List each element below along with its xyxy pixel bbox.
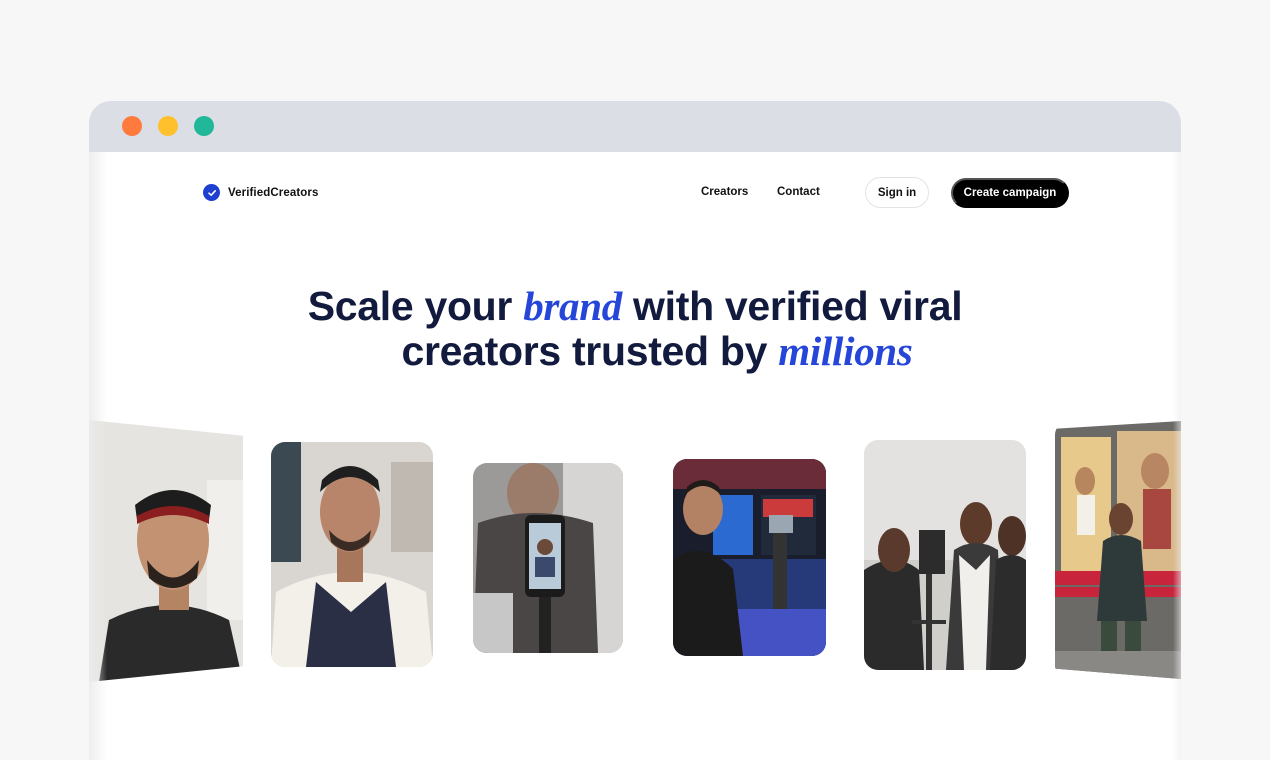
landing-page: VerifiedCreators Creators Contact Sign i…: [89, 152, 1181, 760]
creator-photo-studio[interactable]: [673, 459, 826, 656]
hero-line-2: creators trusted by millions: [89, 329, 1181, 374]
create-campaign-button[interactable]: Create campaign: [951, 178, 1069, 208]
hero-emphasis-millions: millions: [778, 328, 913, 374]
hero-text-3: creators trusted by: [401, 328, 779, 374]
brand-name: VerifiedCreators: [228, 186, 319, 199]
maximize-dot[interactable]: [194, 116, 214, 136]
minimize-dot[interactable]: [158, 116, 178, 136]
edge-shadow-left: [89, 152, 107, 760]
nav-link-contact[interactable]: Contact: [777, 186, 820, 198]
creator-photo-camera-crew[interactable]: [864, 440, 1026, 670]
hero-emphasis-brand: brand: [523, 283, 622, 329]
hero-heading: Scale your brand with verified viral cre…: [89, 284, 1181, 374]
hero-text-1: Scale your: [307, 283, 524, 329]
creator-photo-phone-gimbal[interactable]: [473, 463, 623, 653]
check-badge-icon: [203, 184, 220, 201]
creator-photo-vest[interactable]: [271, 442, 433, 667]
brand-logo[interactable]: VerifiedCreators: [203, 184, 318, 201]
creator-photo-headband[interactable]: [89, 420, 243, 682]
edge-shadow-right: [1173, 152, 1181, 760]
browser-window: VerifiedCreators Creators Contact Sign i…: [89, 101, 1181, 760]
close-dot[interactable]: [122, 116, 142, 136]
hero-text-2: with verified viral: [621, 283, 963, 329]
sign-in-button[interactable]: Sign in: [865, 177, 929, 208]
creator-photo-bench[interactable]: [1055, 421, 1181, 679]
window-titlebar: [89, 101, 1181, 152]
nav-link-creators[interactable]: Creators: [701, 186, 748, 198]
